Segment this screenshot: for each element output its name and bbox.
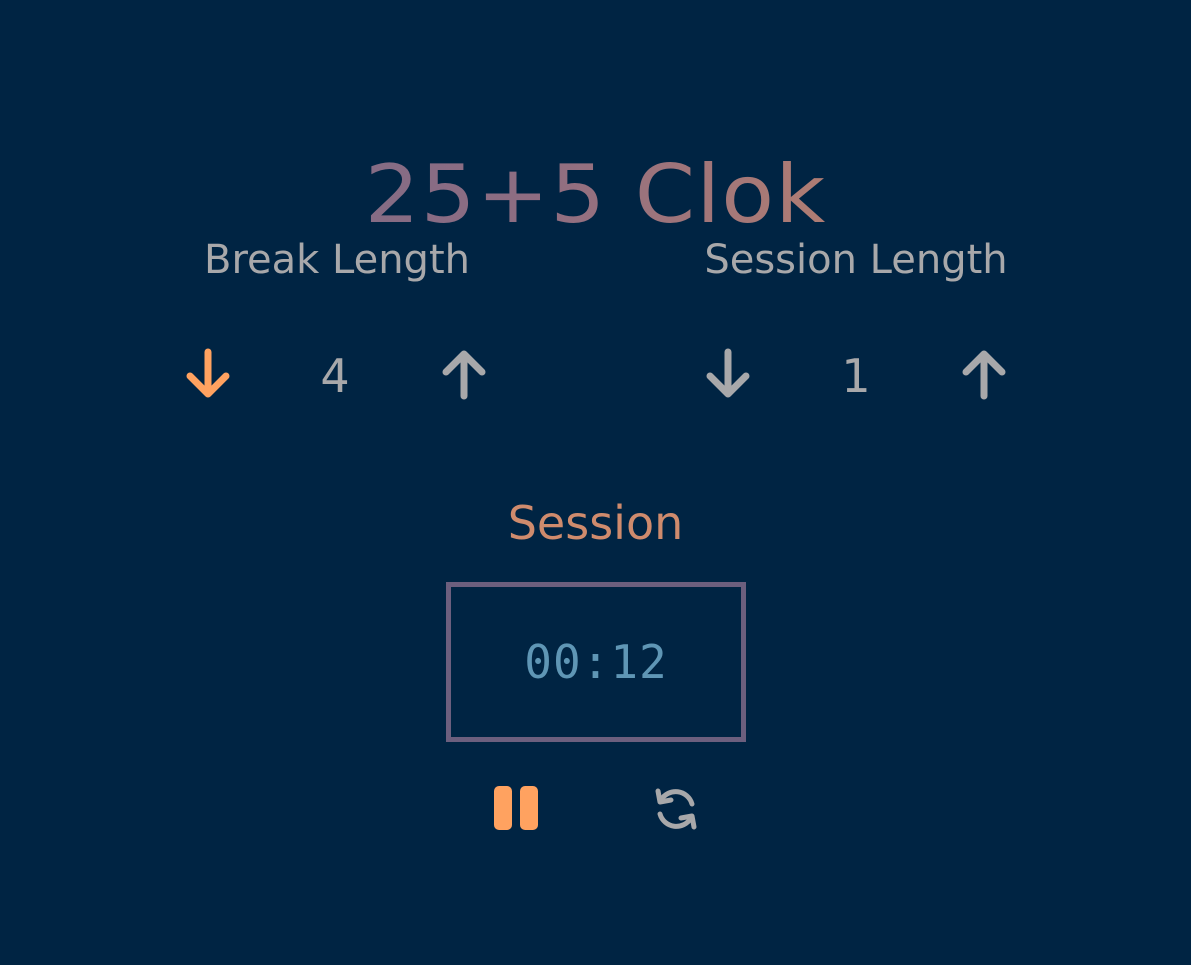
arrow-up-icon: [962, 350, 1006, 400]
reset-button[interactable]: [648, 782, 704, 836]
break-length-value: 4: [320, 349, 350, 403]
timer-display: 00:12: [446, 582, 746, 742]
session-increment-button[interactable]: [958, 346, 1010, 402]
arrow-down-icon: [706, 348, 750, 398]
session-decrement-button[interactable]: [702, 346, 754, 402]
pause-icon: [494, 786, 538, 830]
break-decrement-button[interactable]: [182, 346, 234, 402]
time-left: 00:12: [524, 635, 668, 689]
break-increment-button[interactable]: [438, 346, 490, 402]
arrow-down-icon: [186, 348, 230, 398]
app-title: 25+5 Clok: [0, 149, 1191, 240]
start-stop-button[interactable]: [488, 782, 544, 836]
timer-label: Session: [507, 496, 684, 550]
arrow-up-icon: [442, 350, 486, 400]
refresh-icon: [655, 788, 697, 830]
break-length-label: Break Length: [204, 237, 470, 283]
session-length-value: 1: [841, 349, 871, 403]
session-length-label: Session Length: [704, 237, 1008, 283]
